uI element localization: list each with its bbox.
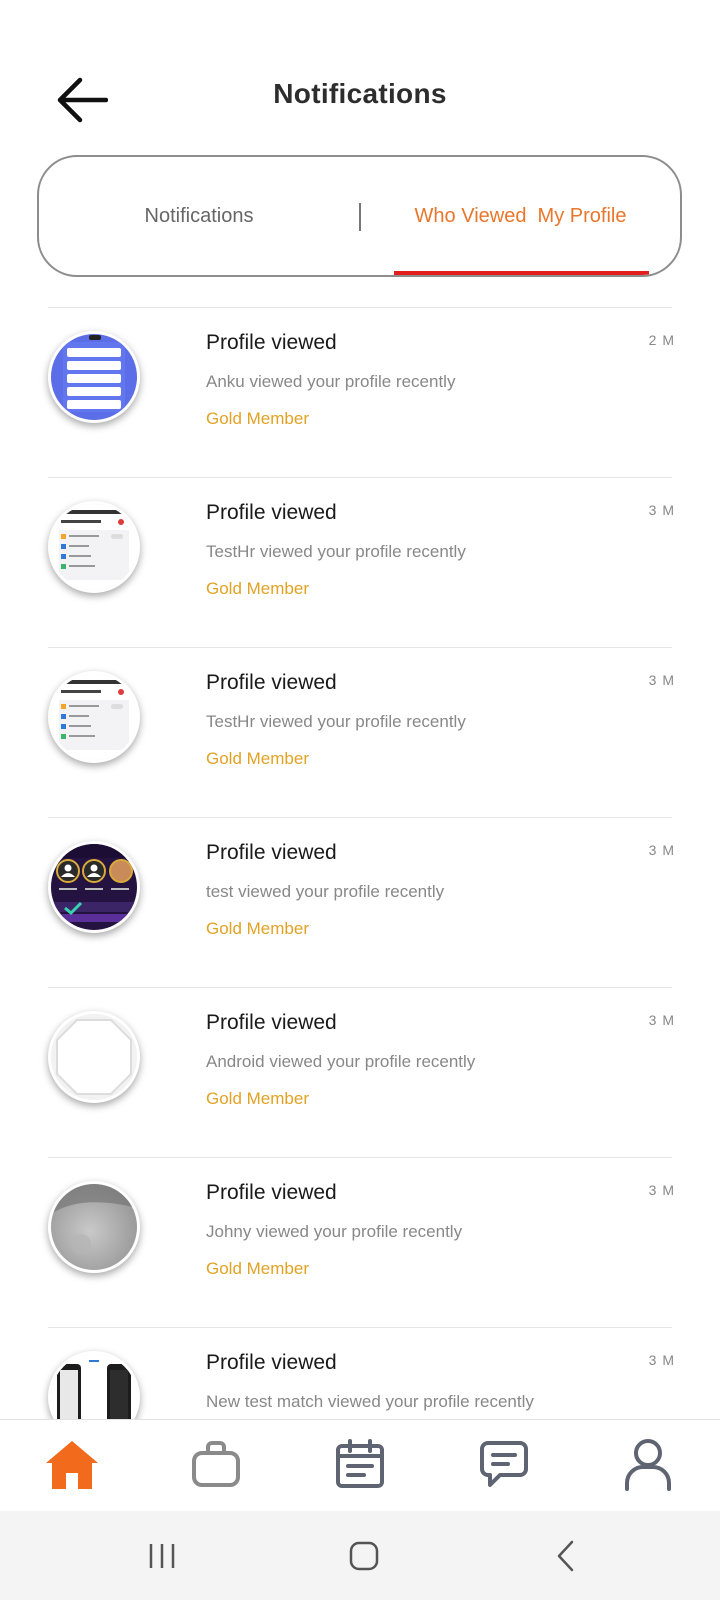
avatar [48,671,140,763]
home-icon [46,1441,98,1489]
item-description: TestHr viewed your profile recently [206,712,466,731]
item-description: New test match viewed your profile recen… [206,1392,534,1411]
system-nav-bar [0,1511,720,1600]
list-item[interactable]: Profile viewed New test match viewed you… [0,1327,720,1419]
member-badge: Gold Member [206,1089,309,1108]
back-chevron-icon [557,1540,574,1572]
member-badge: Gold Member [206,1259,309,1278]
nav-messages-button[interactable] [469,1432,539,1496]
list-item[interactable]: Profile viewed Johny viewed your profile… [0,1157,720,1327]
timestamp: 3 M [648,1182,675,1198]
list-item[interactable]: Profile viewed Android viewed your profi… [0,987,720,1157]
recent-apps-icon [149,1544,175,1568]
item-description: TestHr viewed your profile recently [206,542,466,561]
divider [48,647,672,648]
list-item[interactable]: Profile viewed TestHr viewed your profil… [0,477,720,647]
home-system-button[interactable] [334,1531,394,1581]
timestamp: 3 M [648,672,675,688]
timestamp: 3 M [648,842,675,858]
item-title: Profile viewed [206,1181,337,1204]
nav-jobs-button[interactable] [181,1432,251,1496]
profile-icon [625,1439,671,1491]
calendar-icon [336,1439,384,1488]
home-circle-icon [349,1541,379,1571]
page-title: Notifications [273,78,447,109]
active-tab-indicator [394,271,649,275]
tab-who-viewed-my-profile[interactable]: Who Viewed My Profile [359,157,680,275]
avatar [48,1011,140,1103]
member-badge: Gold Member [206,409,309,428]
item-description: Anku viewed your profile recently [206,372,456,391]
item-description: Android viewed your profile recently [206,1052,476,1071]
avatar [48,841,140,933]
avatar [48,1351,140,1419]
timestamp: 3 M [648,1352,675,1368]
header: Notifications [0,0,720,150]
divider [48,987,672,988]
notification-list: Profile viewed Anku viewed your profile … [0,307,720,1419]
nav-home-button[interactable] [37,1432,107,1496]
avatar [48,331,140,423]
tab-label: Who Viewed My Profile [414,204,627,227]
tab-bar: Notifications Who Viewed My Profile [37,155,682,277]
briefcase-icon [192,1441,240,1487]
nav-calendar-button[interactable] [325,1432,395,1496]
recent-apps-button[interactable] [132,1531,192,1581]
item-title: Profile viewed [206,1011,337,1034]
item-description: Johny viewed your profile recently [206,1222,463,1241]
divider [48,307,672,308]
divider [48,477,672,478]
member-badge: Gold Member [206,749,309,768]
timestamp: 3 M [648,1012,675,1028]
list-item[interactable]: Profile viewed test viewed your profile … [0,817,720,987]
member-badge: Gold Member [206,579,309,598]
timestamp: 2 M [648,332,675,348]
item-title: Profile viewed [206,331,337,354]
item-title: Profile viewed [206,1351,337,1374]
divider [48,817,672,818]
item-description: test viewed your profile recently [206,882,445,901]
list-item[interactable]: Profile viewed TestHr viewed your profil… [0,647,720,817]
member-badge: Gold Member [206,919,309,938]
avatar [48,501,140,593]
item-title: Profile viewed [206,501,337,524]
list-item[interactable]: Profile viewed Anku viewed your profile … [0,307,720,477]
back-system-button[interactable] [536,1531,596,1581]
avatar [48,1181,140,1273]
tab-notifications[interactable]: Notifications [39,157,359,275]
item-title: Profile viewed [206,841,337,864]
divider [48,1157,672,1158]
chat-icon [480,1441,528,1487]
timestamp: 3 M [648,502,675,518]
bottom-nav [0,1419,720,1512]
nav-profile-button[interactable] [613,1432,683,1496]
divider [48,1327,672,1328]
item-title: Profile viewed [206,671,337,694]
